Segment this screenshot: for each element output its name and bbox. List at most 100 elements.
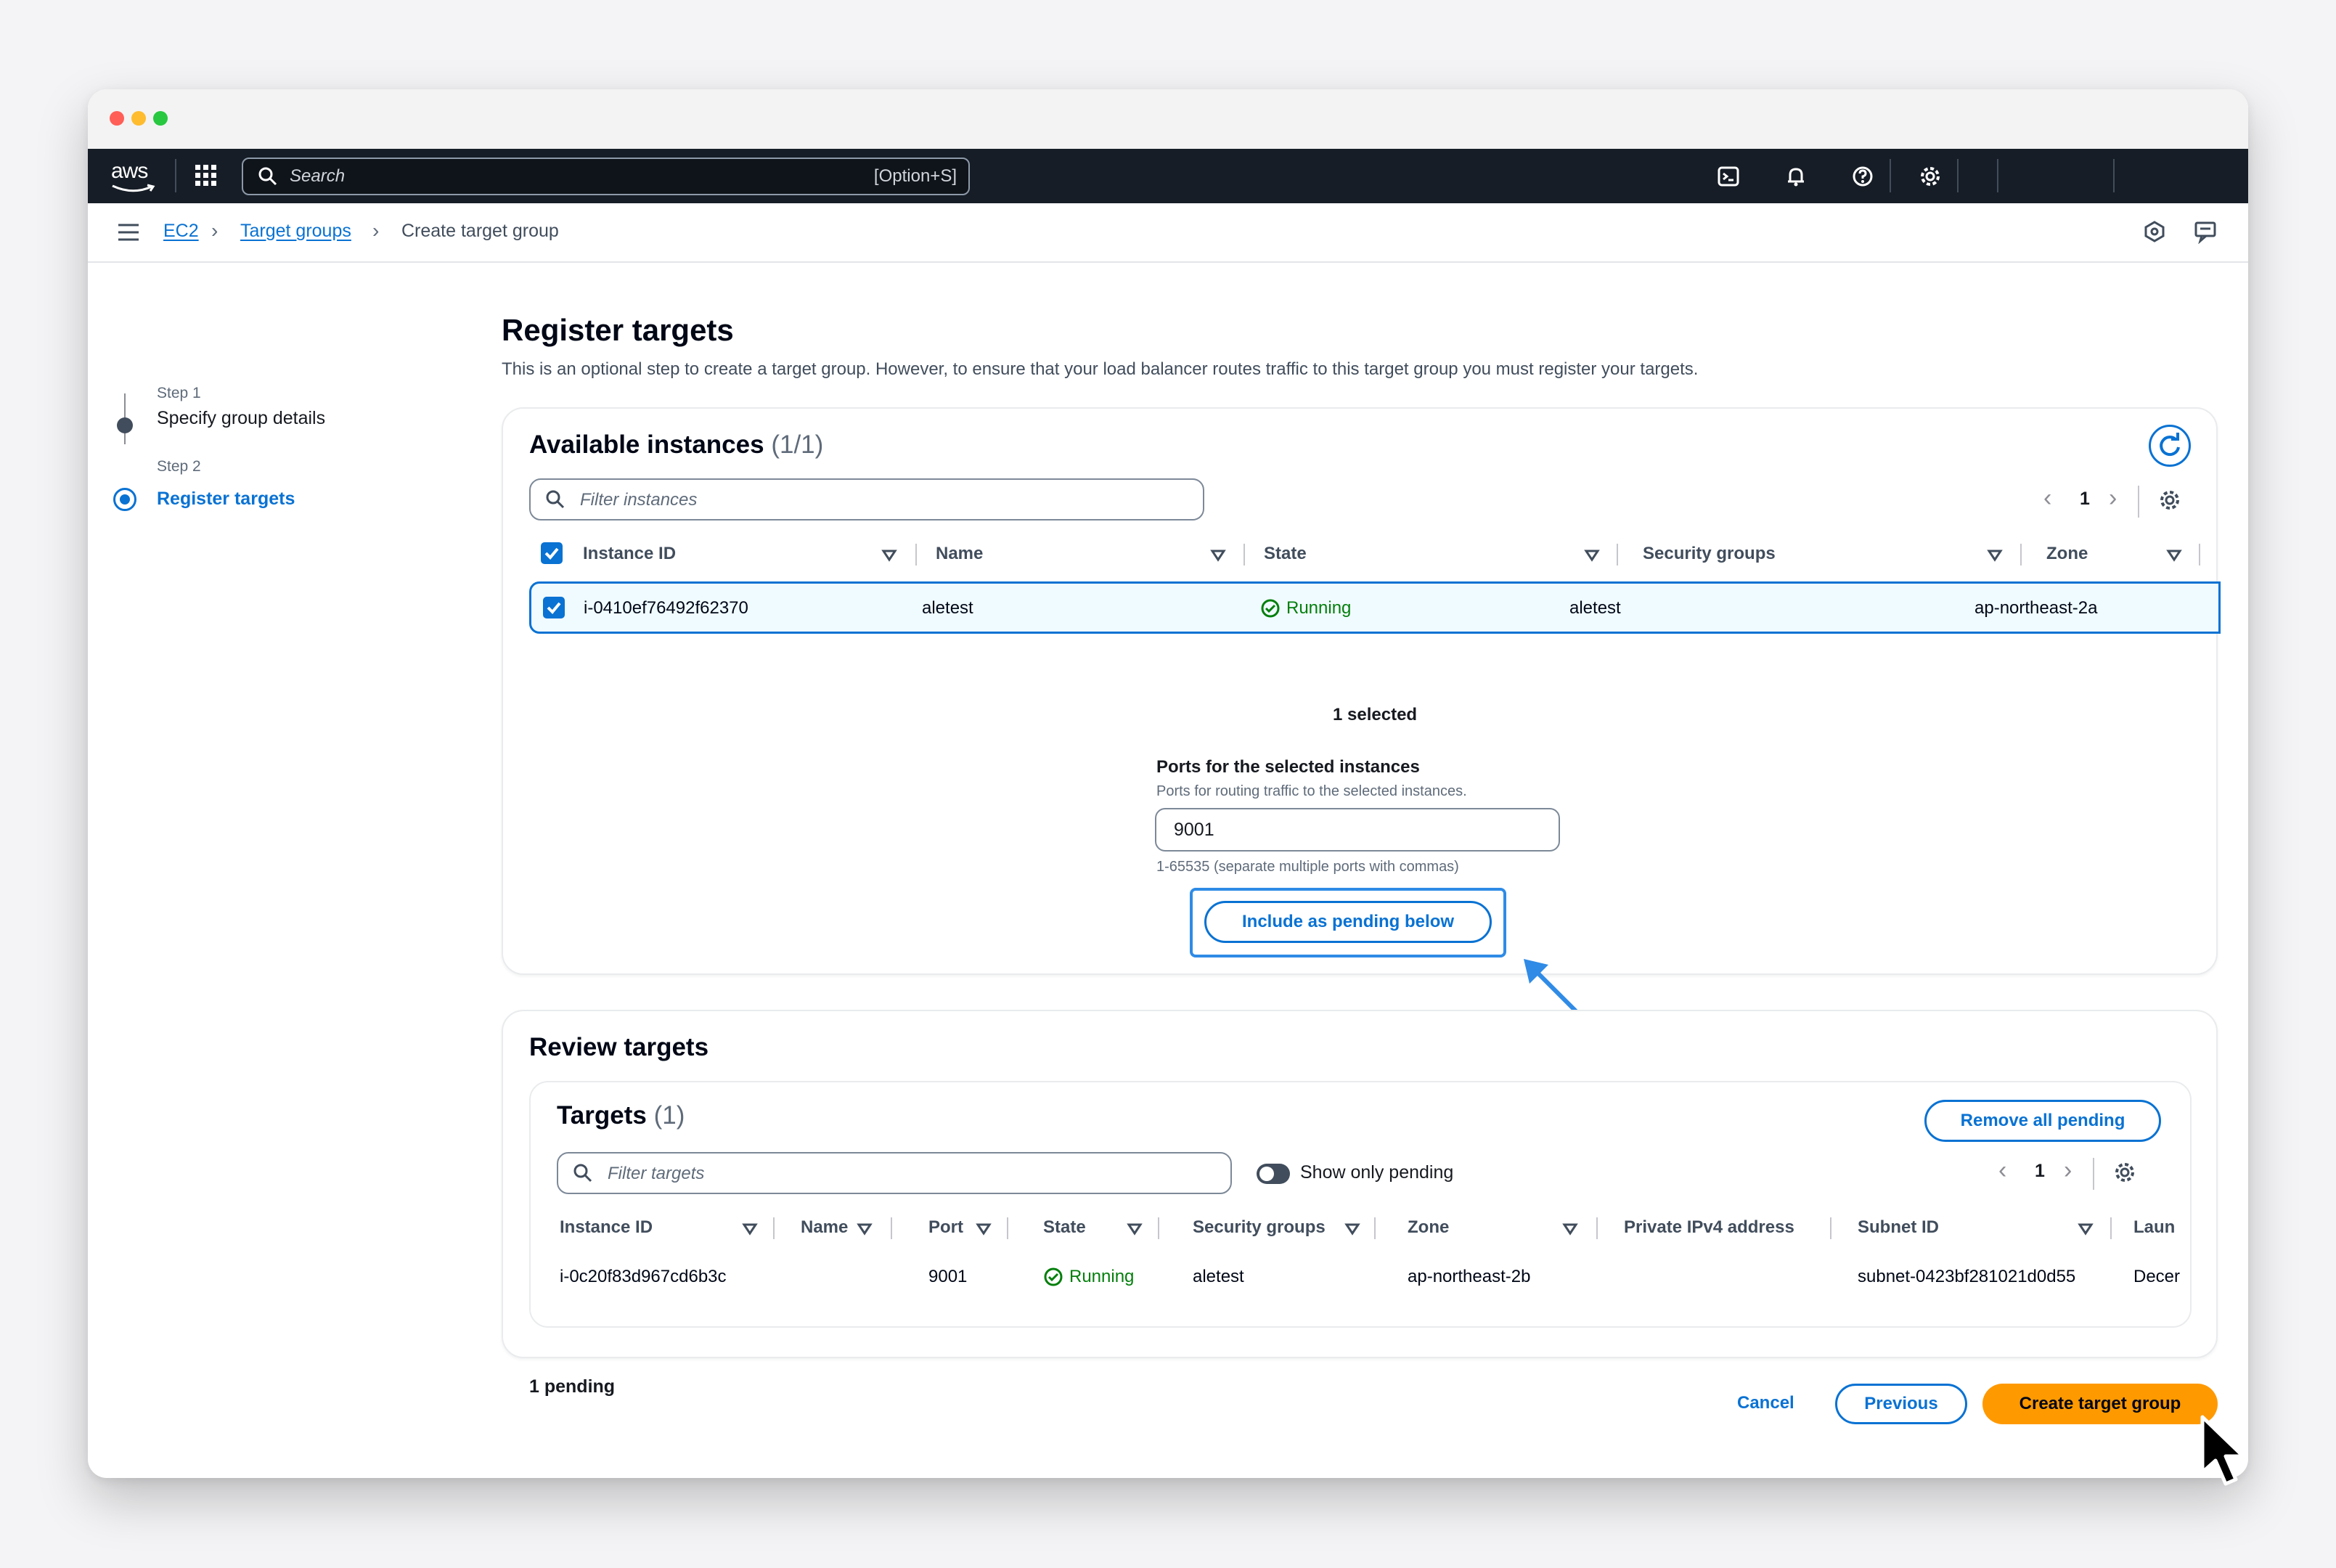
state-text: Running [1286, 598, 1352, 618]
step-1-indicator [117, 417, 133, 433]
cloudshell-icon[interactable] [1714, 162, 1743, 191]
chevron-right-icon: › [211, 219, 219, 242]
sort-caret-icon[interactable] [1986, 547, 2004, 564]
filter-targets-input[interactable]: Filter targets [557, 1152, 1232, 1194]
filter-instances-input[interactable]: Filter instances [529, 478, 1204, 520]
current-page-number[interactable]: 1 [2035, 1161, 2045, 1182]
sort-caret-icon[interactable] [1583, 547, 1601, 564]
previous-page-icon[interactable]: ‹ [1998, 1156, 2006, 1185]
sort-caret-icon[interactable] [1126, 1220, 1143, 1238]
column-name[interactable]: Name [801, 1217, 848, 1238]
mouse-cursor-icon [2200, 1415, 2245, 1486]
cancel-button[interactable]: Cancel [1737, 1393, 1794, 1413]
ports-label: Ports for the selected instances [1156, 757, 1420, 777]
page-description: This is an optional step to create a tar… [502, 359, 1699, 379]
targets-count: (1) [653, 1101, 685, 1130]
sort-caret-icon[interactable] [2077, 1220, 2094, 1238]
column-instance-id[interactable]: Instance ID [560, 1217, 653, 1238]
row-checkbox[interactable] [543, 597, 565, 618]
settings-gear-icon[interactable] [1916, 162, 1945, 191]
column-security-groups[interactable]: Security groups [1643, 544, 1776, 564]
column-port[interactable]: Port [928, 1217, 963, 1238]
previous-button[interactable]: Previous [1835, 1384, 1967, 1424]
column-launch[interactable]: Laun [2133, 1217, 2190, 1238]
search-shortcut: [Option+S] [873, 166, 957, 186]
table-preferences-gear-icon[interactable] [2113, 1161, 2136, 1184]
feedback-icon[interactable] [2193, 219, 2218, 245]
sort-caret-icon[interactable] [975, 1220, 992, 1238]
checkmark-icon [544, 547, 559, 560]
table-row[interactable]: i-0410ef76492f62370 aletest Running alet… [529, 581, 2221, 634]
sort-caret-icon[interactable] [2165, 547, 2183, 564]
step-2-indicator [113, 488, 136, 511]
next-page-icon[interactable]: › [2064, 1156, 2072, 1185]
targets-title: Targets (1) [557, 1101, 685, 1130]
refresh-icon [2160, 433, 2180, 457]
info-panel-icon[interactable] [2142, 219, 2167, 244]
selected-count: 1 selected [1333, 705, 1418, 724]
breadcrumb-target-groups[interactable]: Target groups [240, 221, 351, 242]
show-only-pending-toggle[interactable] [1257, 1164, 1290, 1184]
ports-constraint-hint: 1-65535 (separate multiple ports with co… [1156, 859, 1459, 875]
help-icon[interactable] [1848, 162, 1877, 191]
create-target-group-button[interactable]: Create target group [1982, 1384, 2218, 1424]
targets-table-container: Targets (1) Remove all pending Filter ta… [529, 1081, 2192, 1328]
aws-logo-text: aws [111, 159, 148, 183]
available-instances-panel: Available instances (1/1) Filter instanc… [502, 407, 2221, 975]
column-subnet-id[interactable]: Subnet ID [1858, 1217, 1939, 1238]
step-2-label: Step 2 [157, 458, 201, 475]
select-all-checkbox[interactable] [541, 542, 563, 564]
table-row[interactable]: i-0c20f83d967cd6b3c 9001 Running aletest… [531, 1254, 2190, 1302]
review-targets-panel: Review targets Targets (1) Remove all pe… [502, 1010, 2218, 1358]
global-search-input[interactable]: Search [Option+S] [242, 158, 970, 195]
step-1-title[interactable]: Specify group details [157, 408, 325, 429]
refresh-button[interactable] [2149, 425, 2191, 467]
aws-top-nav: aws Search [Option+S] [88, 149, 2248, 203]
sort-caret-icon[interactable] [856, 1220, 873, 1238]
sort-caret-icon[interactable] [881, 547, 898, 564]
column-instance-id[interactable]: Instance ID [583, 544, 676, 564]
sort-caret-icon[interactable] [1344, 1220, 1361, 1238]
next-page-icon[interactable]: › [2109, 484, 2117, 513]
column-zone[interactable]: Zone [1408, 1217, 1449, 1238]
breadcrumb-bar: EC2 › Target groups › Create target grou… [88, 203, 2248, 263]
search-icon [258, 167, 277, 186]
review-targets-title: Review targets [529, 1033, 709, 1061]
remove-all-pending-button[interactable]: Remove all pending [1924, 1100, 2161, 1142]
page-title: Register targets [502, 313, 734, 347]
minimize-window-button[interactable] [131, 111, 146, 126]
services-grid-icon[interactable] [194, 163, 219, 188]
pagination-divider [2138, 486, 2139, 518]
sort-caret-icon[interactable] [1561, 1220, 1579, 1238]
previous-page-icon[interactable]: ‹ [2043, 484, 2051, 513]
column-state[interactable]: State [1264, 544, 1307, 564]
cell-state: Running [1043, 1267, 1134, 1287]
status-success-icon [1044, 1267, 1063, 1286]
step-1-label: Step 1 [157, 385, 201, 401]
show-only-pending-label: Show only pending [1300, 1162, 1454, 1183]
close-window-button[interactable] [110, 111, 124, 126]
include-as-pending-button[interactable]: Include as pending below [1204, 901, 1492, 943]
column-state[interactable]: State [1043, 1217, 1086, 1238]
menu-icon[interactable] [117, 222, 140, 242]
cell-zone: ap-northeast-2a [1974, 598, 2098, 618]
aws-logo[interactable]: aws [110, 156, 160, 194]
table-preferences-gear-icon[interactable] [2158, 489, 2181, 512]
maximize-window-button[interactable] [153, 111, 168, 126]
breadcrumb-ec2[interactable]: EC2 [163, 221, 199, 242]
bell-icon[interactable] [1781, 162, 1810, 191]
ports-input[interactable]: 9001 [1155, 808, 1560, 852]
state-text: Running [1069, 1267, 1135, 1286]
current-page-number[interactable]: 1 [2080, 489, 2090, 510]
column-security-groups[interactable]: Security groups [1193, 1217, 1326, 1238]
column-name[interactable]: Name [936, 544, 983, 564]
cell-security-groups: aletest [1569, 598, 1621, 618]
cell-instance-id: i-0c20f83d967cd6b3c [560, 1267, 727, 1286]
column-private-ipv4[interactable]: Private IPv4 address [1624, 1217, 1794, 1238]
sort-caret-icon[interactable] [1209, 547, 1227, 564]
pending-count: 1 pending [529, 1376, 616, 1397]
cell-name: aletest [922, 598, 973, 618]
ports-description: Ports for routing traffic to the selecte… [1156, 783, 1467, 799]
column-zone[interactable]: Zone [2046, 544, 2088, 564]
sort-caret-icon[interactable] [741, 1220, 759, 1238]
